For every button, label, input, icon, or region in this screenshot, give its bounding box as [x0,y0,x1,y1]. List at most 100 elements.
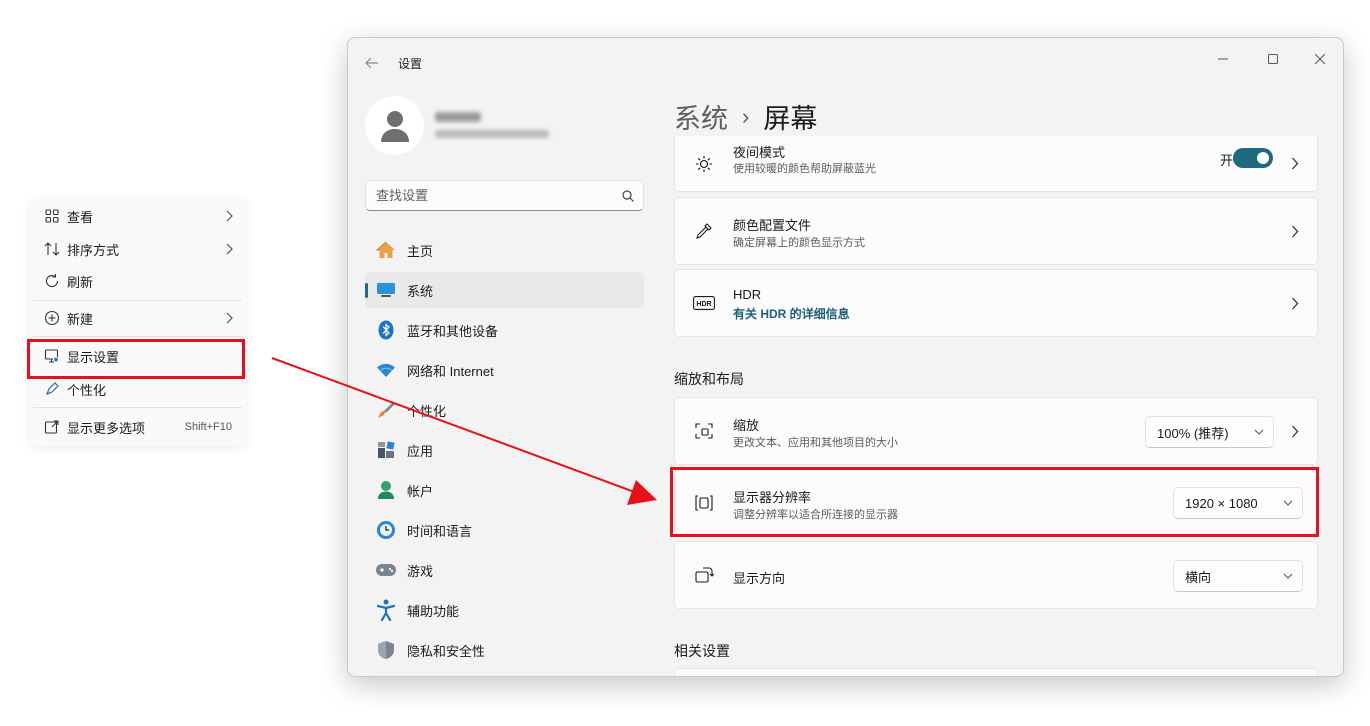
hdr-card[interactable]: HDR HDR 有关 HDR 的详细信息 [674,269,1318,337]
search-box[interactable] [365,180,644,211]
shortcut-hint: Shift+F10 [184,421,232,433]
more-options-icon [37,419,67,435]
menu-item-view[interactable]: 查看 [37,201,238,231]
hdr-icon: HDR [693,270,715,336]
page-title: 屏幕 [763,104,818,134]
sort-icon [37,242,67,256]
sidebar-item-label: 主页 [407,243,434,259]
svg-text:HDR: HDR [696,301,711,308]
sidebar-item-system[interactable]: 系统 [365,272,644,308]
breadcrumb-separator: › [742,103,750,129]
apps-icon [365,441,407,459]
highlight-box-resolution [670,467,1319,537]
sidebar-item-personalization[interactable]: 个性化 [365,392,644,428]
sidebar-item-bluetooth[interactable]: 蓝牙和其他设备 [365,312,644,348]
accessibility-icon [365,599,407,621]
search-icon[interactable] [613,189,643,202]
sidebar-item-label: 蓝牙和其他设备 [407,323,499,339]
card-title: 颜色配置文件 [733,218,812,233]
color-profile-card[interactable]: 颜色配置文件 确定屏幕上的颜色显示方式 [674,197,1318,265]
sidebar-item-label: 应用 [407,443,434,459]
account-icon [365,480,407,500]
chevron-down-icon [1245,429,1273,435]
eyedropper-icon [693,198,715,264]
scale-resize-icon [693,398,715,464]
search-input[interactable] [366,188,613,203]
card-title: 显示方向 [733,571,786,586]
refresh-icon [37,273,67,289]
brightness-sun-icon [693,136,715,191]
orientation-rotate-icon [693,542,715,608]
user-name-redacted [435,112,481,122]
sidebar-item-network[interactable]: 网络和 Internet [365,352,644,388]
menu-item-label: 显示更多选项 [67,420,146,436]
breadcrumb-parent[interactable]: 系统 [674,97,728,136]
time-language-icon [365,520,407,540]
section-title-related-settings: 相关设置 [674,643,730,659]
user-profile[interactable] [365,96,625,156]
scale-card[interactable]: 缩放 更改文本、应用和其他项目的大小 100% (推荐) [674,397,1318,465]
menu-divider [33,336,242,337]
chevron-right-icon [220,210,238,222]
sidebar-item-accessibility[interactable]: 辅助功能 [365,592,644,628]
highlight-box-display-settings [27,339,245,379]
content-pane: 系统 › 屏幕 夜间模式 使用较暖的颜色帮助屏蔽蓝光 开 颜色配置文件 确定屏幕… [674,38,1343,676]
sidebar-item-label: 游戏 [407,563,434,579]
sidebar-item-label: 隐私和安全性 [407,643,486,659]
sidebar-item-gaming[interactable]: 游戏 [365,552,644,588]
sidebar-item-accounts[interactable]: 帐户 [365,472,644,508]
card-title: HDR [733,287,762,302]
dropdown-value: 横向 [1185,569,1212,585]
toggle-state-label: 开 [1219,153,1233,168]
settings-window: 设置 主页 [347,37,1344,677]
menu-item-label: 查看 [67,209,94,225]
pen-brush-icon [37,381,67,397]
night-light-toggle[interactable] [1233,148,1273,168]
menu-item-sort[interactable]: 排序方式 [37,234,238,264]
shield-icon [365,640,407,660]
menu-item-refresh[interactable]: 刷新 [37,266,238,296]
sidebar-nav: 主页 系统 蓝牙和其他设备 网络和 Internet 个性化 应用 帐户 时间和… [365,232,644,672]
menu-item-label: 刷新 [67,274,94,290]
sidebar-item-privacy[interactable]: 隐私和安全性 [365,632,644,668]
active-indicator [365,283,368,298]
sidebar-item-label: 系统 [407,283,434,299]
bluetooth-icon [365,320,407,340]
menu-divider [33,407,242,408]
chevron-right-icon [1291,198,1299,264]
wifi-icon [365,362,407,378]
menu-item-more-options[interactable]: 显示更多选项 Shift+F10 [37,412,238,442]
sidebar-item-home[interactable]: 主页 [365,232,644,268]
chevron-right-icon [1291,136,1299,191]
sidebar-item-label: 帐户 [407,483,434,499]
system-display-icon [365,282,407,298]
related-settings-card-partial[interactable] [674,668,1318,676]
grid-view-icon [37,209,67,223]
sidebar-item-time-language[interactable]: 时间和语言 [365,512,644,548]
user-email-redacted [435,130,549,138]
chevron-down-icon [1274,573,1302,579]
chevron-right-icon [220,243,238,255]
menu-item-new[interactable]: 新建 [37,303,238,333]
sidebar-item-label: 时间和语言 [407,523,473,539]
section-title-scale-layout: 缩放和布局 [674,371,744,387]
orientation-dropdown[interactable]: 横向 [1173,560,1303,592]
night-light-card[interactable]: 夜间模式 使用较暖的颜色帮助屏蔽蓝光 开 [674,136,1318,192]
orientation-card[interactable]: 显示方向 横向 [674,541,1318,609]
window-title: 设置 [398,57,423,71]
breadcrumb: 系统 › 屏幕 [674,97,817,136]
gaming-controller-icon [365,563,407,577]
home-icon [365,241,407,259]
sidebar-item-label: 辅助功能 [407,603,460,619]
menu-item-label: 排序方式 [67,242,120,258]
chevron-right-icon [220,312,238,324]
avatar [365,96,424,155]
back-arrow-icon[interactable] [362,53,382,73]
sidebar-item-label: 网络和 Internet [407,363,494,379]
scale-dropdown[interactable]: 100% (推荐) [1145,416,1274,448]
personalization-brush-icon [365,400,407,420]
hdr-info-link[interactable]: 有关 HDR 的详细信息 [733,305,850,322]
dropdown-value: 100% (推荐) [1157,425,1229,441]
sidebar-item-apps[interactable]: 应用 [365,432,644,468]
sidebar-item-label: 个性化 [407,403,447,419]
